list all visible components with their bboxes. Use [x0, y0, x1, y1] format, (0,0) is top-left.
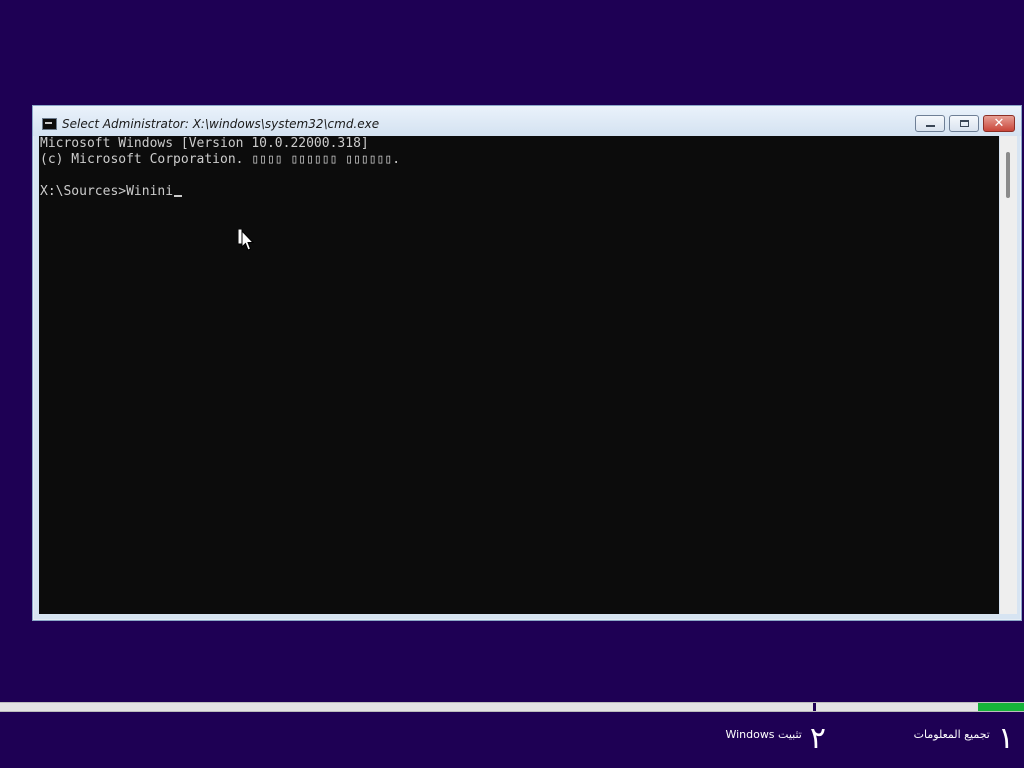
cmd-window[interactable]: Select Administrator: X:\windows\system3… [32, 105, 1022, 621]
mouse-pointer-icon [238, 229, 254, 251]
close-icon: ✕ [993, 116, 1005, 131]
step-number: ٢ [809, 721, 826, 756]
progress-step-divider [813, 703, 816, 711]
command-prompt-line[interactable]: X:\Sources>Winini [39, 184, 999, 200]
close-button[interactable]: ✕ [983, 115, 1015, 132]
setup-progress-bar [0, 702, 1024, 712]
maximize-icon [959, 120, 969, 127]
title-bar[interactable]: Select Administrator: X:\windows\system3… [33, 106, 1021, 136]
setup-step-collecting-information: ١ تجميع المعلومات [914, 722, 1014, 756]
command-prompt-text: X:\Sources>Winini [40, 184, 174, 199]
console-output[interactable]: Microsoft Windows [Version 10.0.22000.31… [39, 136, 999, 614]
text-cursor [174, 195, 183, 197]
cmd-icon[interactable] [42, 118, 57, 130]
maximize-button[interactable] [949, 115, 979, 132]
progress-fill [977, 703, 1024, 711]
minimize-button[interactable] [915, 115, 945, 132]
console-line: (c) Microsoft Corporation. ▯▯▯▯ ▯▯▯▯▯▯ ▯… [40, 152, 401, 167]
minimize-icon [925, 125, 935, 127]
console-line: Microsoft Windows [Version 10.0.22000.31… [40, 136, 369, 151]
scrollbar-thumb[interactable] [1006, 152, 1010, 198]
step-label: تثبيت Windows [725, 728, 802, 741]
vertical-scrollbar[interactable] [1000, 136, 1017, 614]
step-label: تجميع المعلومات [913, 728, 990, 741]
window-title: Select Administrator: X:\windows\system3… [62, 117, 380, 131]
setup-step-installing-windows: ٢ تثبيت Windows [725, 722, 826, 756]
step-number: ١ [997, 721, 1014, 756]
